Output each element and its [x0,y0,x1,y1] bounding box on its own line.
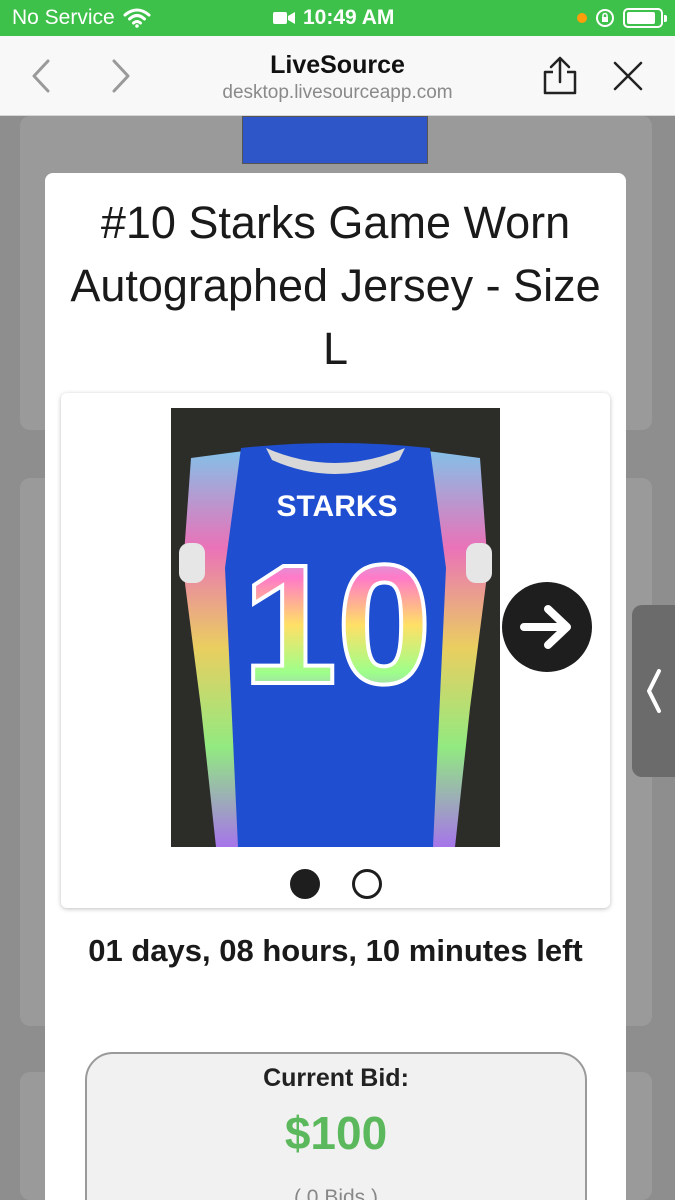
recording-dot-icon [577,13,587,23]
jersey-number: 10 [242,530,431,720]
status-bar: No Service 10:49 AM [0,0,675,36]
carousel-indicator [61,869,610,899]
battery-icon [623,8,667,28]
carrier-label: No Service [12,6,115,29]
jersey-illustration: STARKS 10 [171,408,500,847]
jersey-photo: STARKS 10 [171,408,500,847]
close-icon [613,61,643,91]
browser-nav-bar: LiveSource desktop.livesourceapp.com [0,36,675,116]
carousel-dot-1[interactable] [289,869,320,899]
status-left: No Service [12,6,151,30]
bid-count: ( 0 Bids ) [293,1186,379,1200]
share-icon [543,56,577,95]
item-title: #10 Starks Game Worn Autographed Jersey … [70,197,601,374]
status-center: 10:49 AM [273,6,394,30]
wifi-icon [123,8,151,28]
close-button[interactable] [606,54,650,98]
image-carousel[interactable]: STARKS 10 [61,393,610,908]
current-bid-label: Current Bid: [263,1064,409,1092]
orientation-lock-icon [596,9,614,27]
share-button[interactable] [538,54,582,98]
status-right [577,8,667,28]
jersey-name: STARKS [276,490,397,523]
time-remaining: 01 days, 08 hours, 10 minutes left [88,933,583,968]
clock: 10:49 AM [303,6,395,29]
current-bid-box: Current Bid: $100 ( 0 Bids ) [85,1052,587,1200]
next-image-button[interactable] [502,582,592,672]
video-camera-icon [273,12,295,24]
carousel-dot-2[interactable] [351,869,382,899]
item-modal: #10 Starks Game Worn Autographed Jersey … [45,173,626,1200]
background-thumbnail [242,116,428,164]
arrow-right-icon [520,605,571,649]
chevron-left-icon [646,669,661,713]
side-drawer-tab[interactable] [632,605,675,777]
current-bid-amount: $100 [284,1107,388,1159]
